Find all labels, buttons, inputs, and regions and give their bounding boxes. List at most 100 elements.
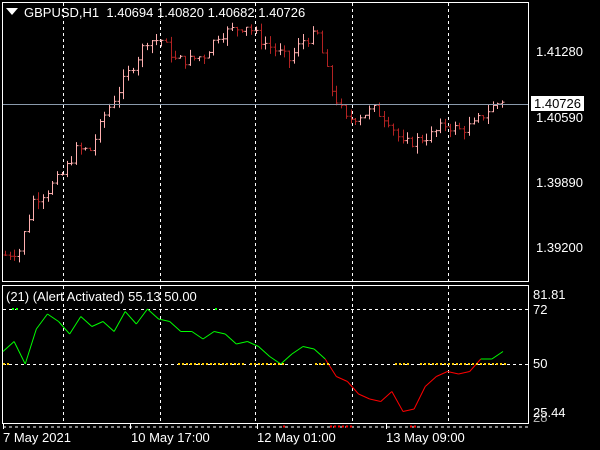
signal-dot	[484, 363, 486, 365]
signal-dot	[464, 363, 466, 365]
signal-dot	[338, 425, 340, 428]
signal-dot	[283, 425, 285, 428]
oscillator-segment	[224, 333, 237, 345]
oscillator-segment	[102, 321, 115, 332]
oscillator-segment	[24, 328, 37, 365]
price-label: 1.40590	[536, 110, 583, 125]
signal-dot	[16, 308, 18, 310]
signal-dot	[12, 308, 14, 310]
signal-dot	[460, 363, 462, 365]
signal-dot	[254, 363, 256, 365]
signal-dot	[500, 363, 502, 365]
signal-dot	[395, 363, 397, 365]
signal-dot	[414, 425, 416, 428]
signal-dot	[440, 363, 442, 365]
chart-canvas[interactable]	[0, 0, 600, 450]
signal-dot	[346, 425, 348, 428]
indicator-level-label: 28	[533, 410, 548, 425]
indicator-level-label: 72	[533, 302, 548, 317]
oscillator-segment	[302, 346, 315, 350]
signal-dot	[428, 363, 430, 365]
oscillator-segment	[447, 371, 459, 375]
oscillator-segment	[291, 346, 304, 355]
time-label: 13 May 09:00	[386, 430, 465, 445]
signal-dot	[323, 363, 325, 365]
indicator-level-label: 81.81	[533, 287, 566, 302]
signal-dot	[262, 363, 264, 365]
oscillator-segment	[380, 391, 393, 402]
oscillator-segment	[258, 346, 271, 357]
signal-dot	[202, 363, 204, 365]
oscillator-segment	[324, 358, 337, 377]
oscillator-segment	[35, 313, 48, 330]
signal-dot	[436, 363, 438, 365]
signal-dot	[210, 363, 212, 365]
signal-dot	[432, 363, 434, 365]
oscillator-segment	[469, 358, 482, 372]
oscillator-segment	[113, 311, 126, 332]
ohlc-open: 1.40694	[106, 5, 154, 20]
signal-dot	[496, 363, 498, 365]
symbol-label: GBPUSD,H1	[24, 5, 100, 20]
signal-dot	[472, 363, 474, 365]
signal-dot	[270, 363, 272, 365]
oscillator-segment	[402, 408, 415, 412]
oscillator-segment	[169, 321, 182, 332]
oscillator-segment	[269, 356, 282, 365]
signal-dot	[399, 363, 401, 365]
oscillator-segment	[313, 348, 326, 360]
ohlc-low: 1.40682	[207, 5, 255, 20]
signal-dot	[403, 363, 405, 365]
oscillator-segment	[369, 398, 381, 402]
oscillator-segment	[124, 311, 137, 325]
signal-dot	[278, 363, 280, 365]
signal-dot	[410, 425, 412, 428]
signal-dot	[250, 363, 252, 365]
oscillator-segment	[391, 391, 404, 412]
signal-dot	[319, 363, 321, 365]
oscillator-segment	[147, 308, 159, 320]
oscillator-segment	[413, 386, 426, 410]
signal-dot	[330, 425, 332, 428]
signal-dot	[230, 363, 232, 365]
oscillator-segment	[458, 371, 470, 375]
signal-dot	[407, 363, 409, 365]
signal-dot	[480, 363, 482, 365]
price-label: 1.41280	[536, 44, 583, 59]
signal-dot	[334, 425, 336, 428]
signal-dot	[315, 363, 317, 365]
signal-dot	[424, 363, 426, 365]
signal-dot	[444, 363, 446, 365]
oscillator-segment	[280, 353, 293, 365]
time-label: 12 May 01:00	[257, 430, 336, 445]
oscillator-segment	[336, 376, 348, 382]
signal-dot	[327, 363, 329, 365]
signal-dot	[266, 363, 268, 365]
signal-dot	[492, 363, 494, 365]
oscillator-segment	[158, 318, 170, 322]
signal-dot	[238, 363, 240, 365]
signal-dot	[282, 363, 284, 365]
collapse-triangle-icon[interactable]	[6, 8, 18, 15]
oscillator-segment	[236, 341, 248, 345]
indicator-pane-frame	[2, 285, 529, 424]
signal-dot	[488, 363, 490, 365]
time-label: 7 May 2021	[3, 430, 71, 445]
signal-dot	[350, 425, 352, 428]
indicator-title: (21) (Alert Activated) 55.13 50.00	[6, 289, 197, 304]
signal-dot	[226, 363, 228, 365]
signal-dot	[504, 363, 506, 365]
oscillator-segment	[135, 308, 148, 325]
signal-dot	[7, 363, 9, 365]
oscillator-segment	[58, 321, 71, 335]
price-label: 1.39200	[536, 240, 583, 255]
oscillator-segment	[2, 341, 15, 352]
signal-dot	[468, 363, 470, 365]
signal-dot	[3, 363, 5, 365]
oscillator-segment	[13, 341, 26, 365]
current-price-badge: 1.40726	[531, 96, 584, 111]
time-label: 10 May 17:00	[131, 430, 210, 445]
signal-dot	[456, 363, 458, 365]
signal-dot	[242, 363, 244, 365]
oscillator-segment	[80, 316, 93, 327]
